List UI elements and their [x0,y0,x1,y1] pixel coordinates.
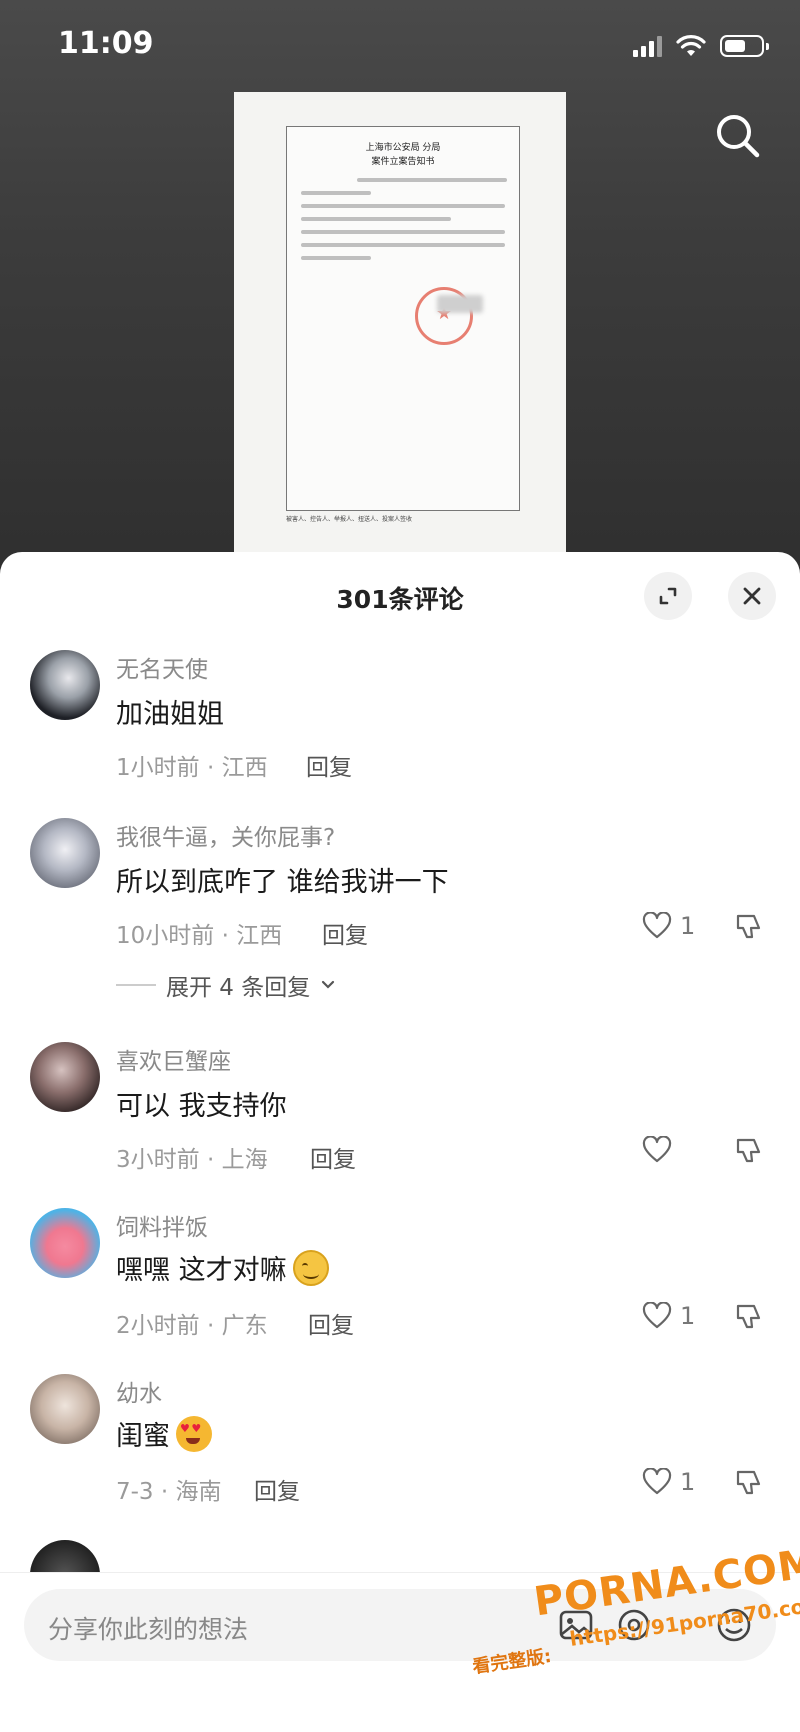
expand-icon [659,587,677,605]
avatar[interactable] [30,818,100,888]
comment-username[interactable]: 喜欢巨蟹座 [116,1042,231,1076]
close-sheet-button[interactable] [728,572,776,620]
document-footer: 被害人、控告人、举报人、扭送人、投案人签收 [286,516,413,523]
like-count: 1 [680,1302,696,1330]
comment-text: 加油姐姐 [116,699,224,730]
comment-text-content: 嘿嘿 这才对嘛 [116,1255,287,1286]
like-button[interactable]: 1 [642,912,695,940]
comment-text: 所以到底咋了 谁给我讲一下 [116,867,449,898]
like-button[interactable]: 1 [642,1468,695,1496]
comment-meta: 10小时前 · 江西 [116,923,283,949]
reply-button[interactable]: 回复 [310,1140,356,1174]
document-line [301,256,371,260]
like-count: 1 [680,912,696,940]
reply-button[interactable]: 回复 [322,916,368,950]
comment-meta: 7-3 · 海南 [116,1479,222,1505]
comment-input-placeholder: 分享你此刻的想法 [48,1615,249,1644]
document-title-line2: 案件立案告知书 [371,157,435,167]
document-line [301,204,505,208]
document-line [357,178,507,182]
document-title-line1: 上海市公安局 分局 [365,143,441,153]
comment-sheet: 301条评论 无名天使 加油姐姐 1小时前 · 江西 回复 我很牛逼，关你屁事?… [0,552,800,1732]
reply-button[interactable]: 回复 [308,1306,354,1340]
expand-sheet-button[interactable] [644,572,692,620]
heart-icon [642,1136,672,1163]
watermark-prefix: 看完整版: [471,1645,553,1678]
comment-meta: 2小时前 · 广东 [116,1313,268,1339]
document-line [301,191,371,195]
comment-username[interactable]: 无名天使 [116,650,208,684]
expand-replies-label: 展开 4 条回复 [166,975,311,1001]
chevron-down-icon [322,980,335,989]
document-line [301,217,451,221]
reply-button[interactable]: 回复 [254,1472,300,1506]
like-button[interactable] [642,1136,680,1164]
status-time: 11:09 [58,26,154,61]
dislike-icon[interactable] [734,1302,764,1332]
wifi-icon [676,35,706,56]
redaction-blur [437,295,483,313]
avatar[interactable] [30,650,100,720]
avatar[interactable] [30,1374,100,1444]
dislike-icon[interactable] [734,1468,764,1498]
expand-replies-button[interactable]: 展开 4 条回复 [116,968,336,1002]
dislike-icon[interactable] [734,1136,764,1166]
comment-text-content: 闺蜜 [116,1421,170,1452]
heart-icon [642,1302,672,1329]
like-button[interactable]: 1 [642,1302,695,1330]
avatar[interactable] [30,1208,100,1278]
comment-text: 可以 我支持你 [116,1091,287,1122]
heart-icon [642,912,672,939]
document-photo: 上海市公安局 分局 案件立案告知书 被害人、控告人、举报人、扭送人、投案人签收 [234,92,566,622]
document-title: 上海市公安局 分局 案件立案告知书 [287,141,519,169]
comment-meta: 1小时前 · 江西 [116,755,268,781]
heart-eyes-emoji-icon [176,1415,212,1452]
search-icon[interactable] [710,108,766,164]
status-icons [633,34,769,58]
comment-text: 闺蜜 [116,1414,212,1453]
comment-username[interactable]: 饲料拌饭 [116,1208,208,1242]
like-count: 1 [680,1468,696,1496]
heart-icon [642,1468,672,1495]
divider [116,984,156,986]
reply-button[interactable]: 回复 [306,748,352,782]
cellular-signal-icon [633,35,662,57]
comment-text: 嘿嘿 这才对嘛 [116,1248,329,1287]
comment-username[interactable]: 我很牛逼，关你屁事? [116,818,335,852]
comment-meta: 3小时前 · 上海 [116,1147,268,1173]
document-line [301,230,505,234]
close-icon [743,587,761,605]
avatar[interactable] [30,1042,100,1112]
battery-icon [720,35,769,57]
document-frame: 上海市公安局 分局 案件立案告知书 [286,126,520,511]
document-line [301,243,505,247]
dislike-icon[interactable] [734,912,764,942]
smile-emoji-icon [292,1249,329,1286]
comment-username[interactable]: 幼水 [116,1374,162,1408]
